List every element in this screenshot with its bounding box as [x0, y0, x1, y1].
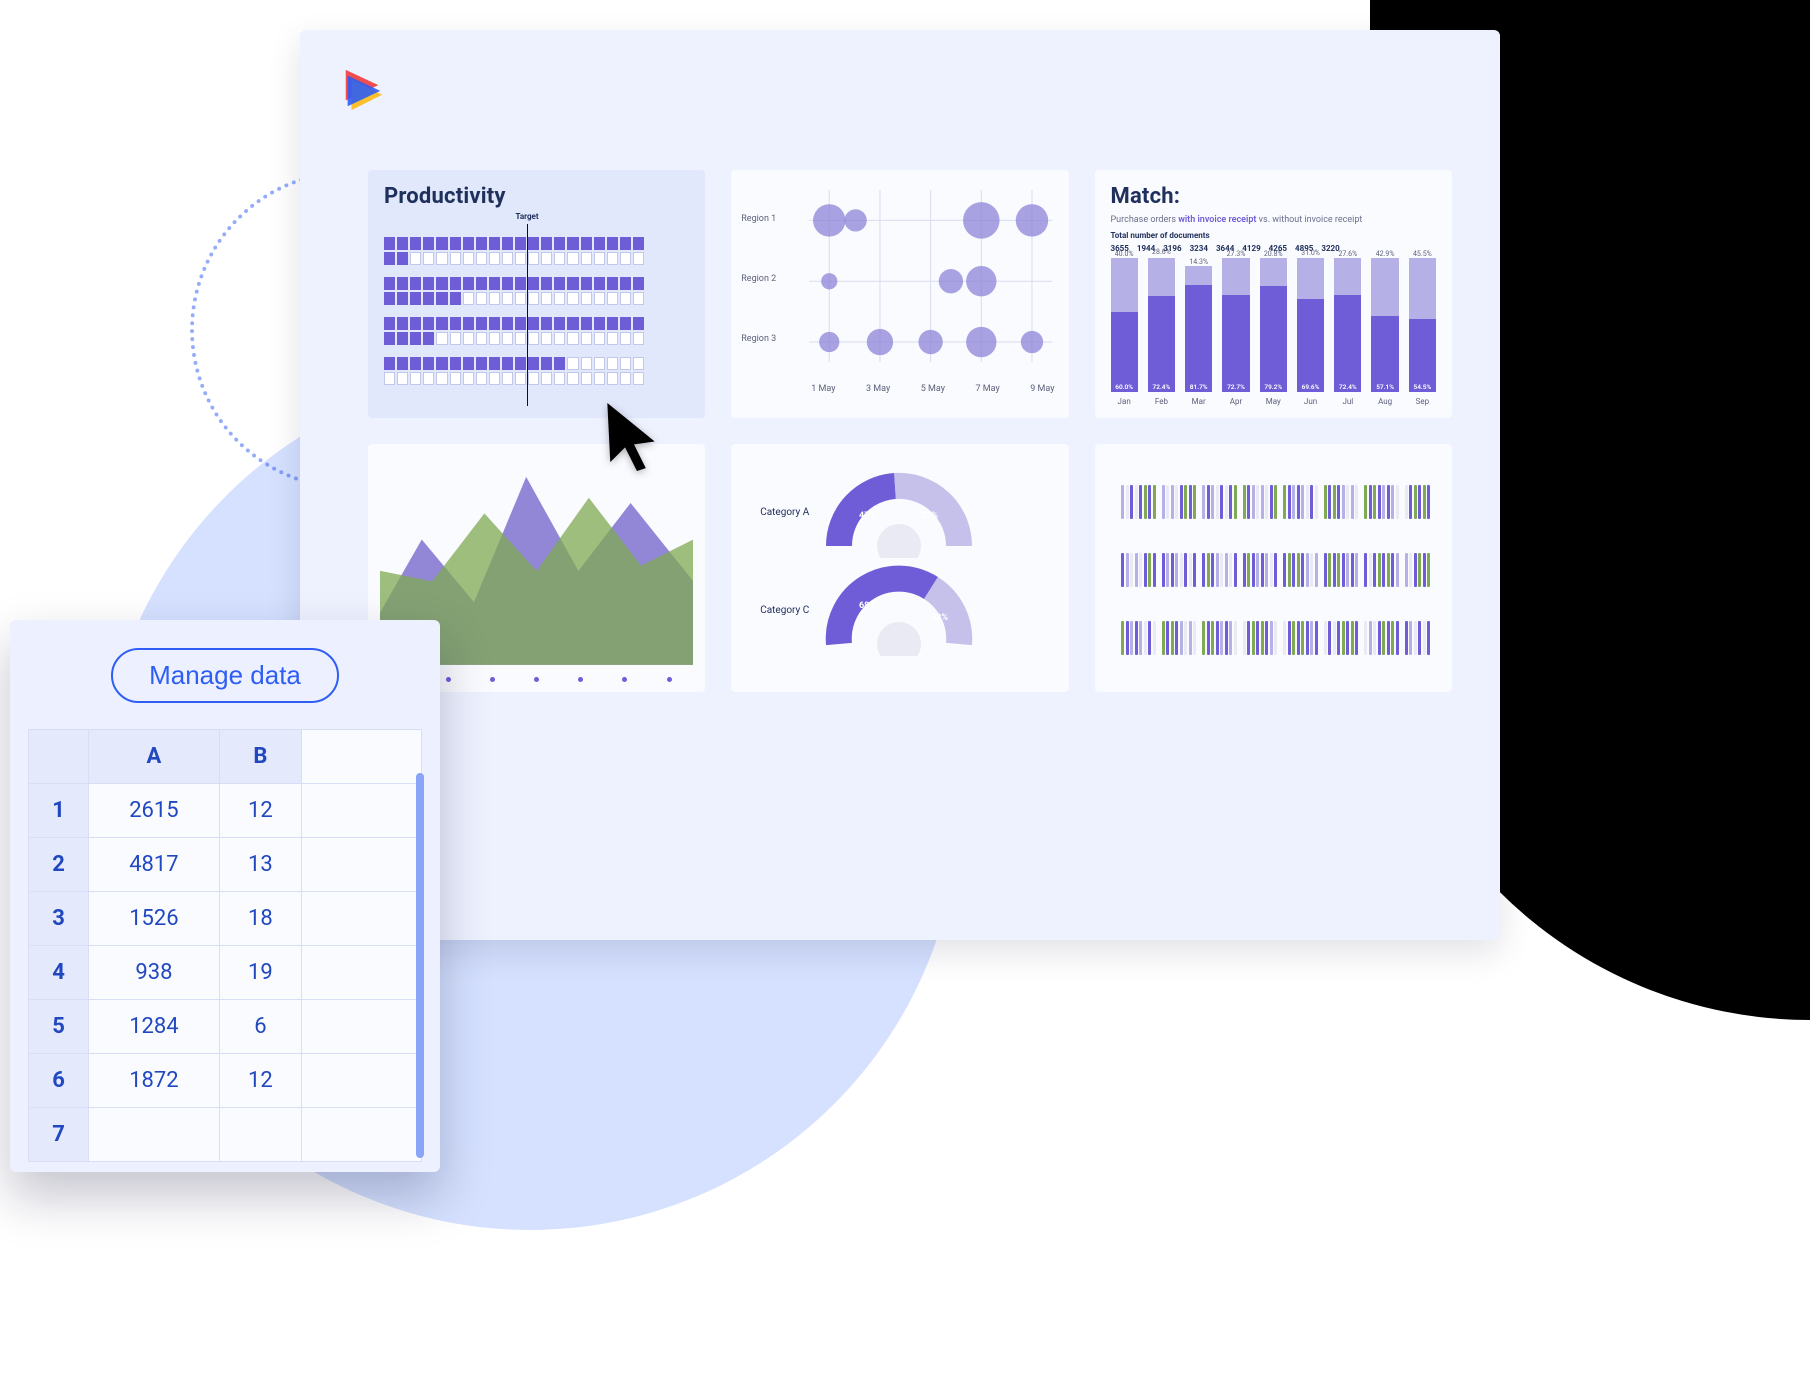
- bubble-x-axis: 1 May3 May5 May7 May9 May: [811, 384, 1054, 394]
- table-cell[interactable]: 12: [219, 784, 301, 838]
- table-cell[interactable]: 18: [219, 892, 301, 946]
- table-cell[interactable]: 5: [29, 1000, 89, 1054]
- card-match[interactable]: Match: Purchase orders with invoice rece…: [1095, 170, 1453, 418]
- table-row[interactable]: 493819: [29, 946, 422, 1000]
- table-cell[interactable]: [302, 1000, 422, 1054]
- bubble-plot: [809, 190, 1052, 372]
- table-header[interactable]: [302, 730, 422, 784]
- table-cell[interactable]: 12: [219, 1054, 301, 1108]
- target-label: Target: [515, 212, 538, 221]
- barcode-strips: [1111, 458, 1437, 682]
- stacked-bars: 40.0%60.0%Jan28.6%72.4%Feb14.3%81.7%Mar2…: [1111, 258, 1437, 392]
- table-row[interactable]: 1261512: [29, 784, 422, 838]
- productivity-title: Productivity: [384, 184, 689, 209]
- table-cell[interactable]: 13: [219, 838, 301, 892]
- table-cell[interactable]: 6: [219, 1000, 301, 1054]
- table-row[interactable]: 2481713: [29, 838, 422, 892]
- table-cell[interactable]: 1: [29, 784, 89, 838]
- match-subtitle: Purchase orders with invoice receipt vs.…: [1111, 215, 1437, 225]
- table-cell[interactable]: 4: [29, 946, 89, 1000]
- table-cell[interactable]: [302, 892, 422, 946]
- bubble-row-label: Region 2: [741, 274, 776, 284]
- table-row[interactable]: 7: [29, 1108, 422, 1162]
- table-header[interactable]: A: [89, 730, 220, 784]
- table-row[interactable]: 3152618: [29, 892, 422, 946]
- card-gauges[interactable]: Category A 47% 53% Category C: [731, 444, 1068, 692]
- svg-text:32%: 32%: [931, 613, 948, 623]
- table-cell[interactable]: 4817: [89, 838, 220, 892]
- dashboard-window: Productivity Target Region 1 Region 2 Re…: [300, 30, 1500, 940]
- card-bubble[interactable]: Region 1 Region 2 Region 3 1 May3 May5: [731, 170, 1068, 418]
- bubble-row-label: Region 1: [741, 214, 776, 224]
- table-cell[interactable]: [302, 838, 422, 892]
- table-row[interactable]: 512846: [29, 1000, 422, 1054]
- table-header[interactable]: [29, 730, 89, 784]
- data-editor-popup: Manage data AB 1261512248171331526184938…: [10, 620, 440, 1172]
- totals-caption: Total number of documents: [1111, 231, 1437, 240]
- svg-text:53%: 53%: [921, 511, 938, 521]
- table-cell[interactable]: 2615: [89, 784, 220, 838]
- table-cell[interactable]: [302, 946, 422, 1000]
- table-cell[interactable]: 3: [29, 892, 89, 946]
- table-cell[interactable]: [302, 1108, 422, 1162]
- app-logo-icon: [340, 66, 386, 116]
- table-cell[interactable]: 6: [29, 1054, 89, 1108]
- gauge-label: Category C: [747, 605, 809, 616]
- table-cell[interactable]: 19: [219, 946, 301, 1000]
- gauge-c: Category C 68% 32%: [747, 564, 1052, 656]
- table-cell[interactable]: 938: [89, 946, 220, 1000]
- table-cell[interactable]: 7: [29, 1108, 89, 1162]
- table-cell[interactable]: 2: [29, 838, 89, 892]
- table-header[interactable]: B: [219, 730, 301, 784]
- scrollbar[interactable]: [416, 773, 424, 1158]
- card-productivity[interactable]: Productivity Target: [368, 170, 705, 418]
- svg-text:47%: 47%: [859, 511, 876, 521]
- manage-data-button[interactable]: Manage data: [111, 648, 339, 703]
- gauge-a: Category A 47% 53%: [747, 466, 1052, 558]
- table-row[interactable]: 6187212: [29, 1054, 422, 1108]
- table-cell[interactable]: 1526: [89, 892, 220, 946]
- table-cell[interactable]: [302, 784, 422, 838]
- table-cell[interactable]: 1284: [89, 1000, 220, 1054]
- data-table[interactable]: AB 1261512248171331526184938195128466187…: [28, 729, 422, 1162]
- table-cell[interactable]: [302, 1054, 422, 1108]
- gauge-label: Category A: [747, 507, 809, 518]
- table-cell[interactable]: [219, 1108, 301, 1162]
- card-barcode[interactable]: [1095, 444, 1453, 692]
- bubble-row-label: Region 3: [741, 334, 776, 344]
- table-cell[interactable]: [89, 1108, 220, 1162]
- match-title: Match:: [1111, 184, 1437, 209]
- waffle-chart: [384, 237, 689, 385]
- table-cell[interactable]: 1872: [89, 1054, 220, 1108]
- svg-text:68%: 68%: [859, 601, 876, 611]
- target-line: [527, 224, 528, 406]
